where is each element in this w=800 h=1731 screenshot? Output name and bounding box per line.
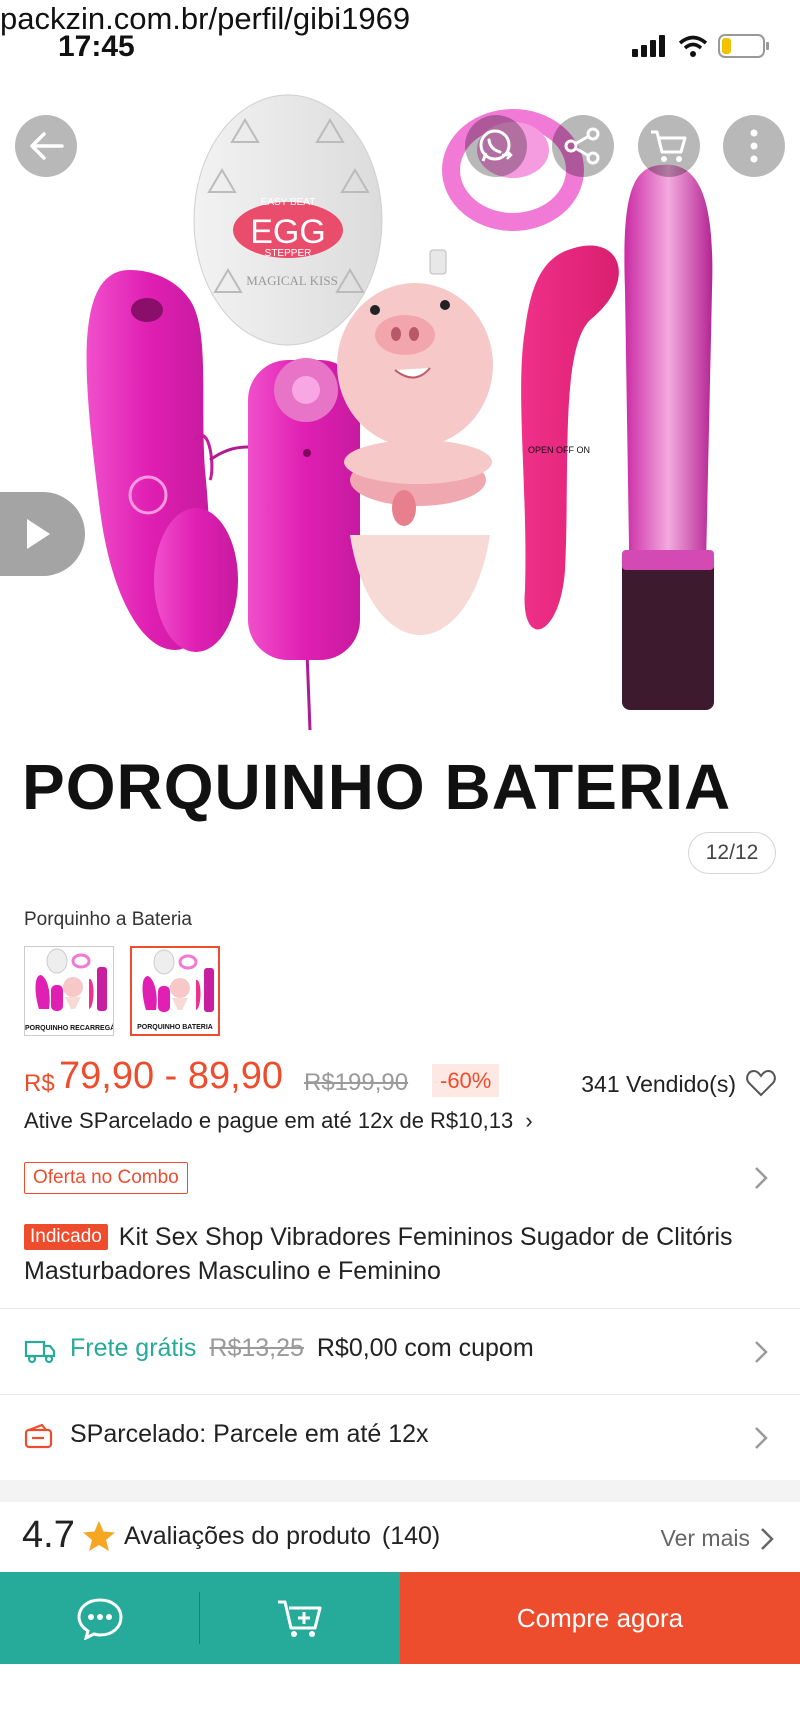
shipping-row[interactable]: Frete grátis R$13,25 R$0,00 com cupom bbox=[0, 1310, 800, 1394]
installments-row[interactable]: SParcelado: Parcele em até 12x bbox=[0, 1396, 800, 1480]
shipping-coupon-text: R$0,00 com cupom bbox=[316, 1334, 534, 1362]
chevron-right-icon bbox=[755, 1167, 768, 1189]
buy-now-button[interactable]: Compre agora bbox=[400, 1572, 800, 1664]
divider bbox=[0, 1394, 800, 1395]
ratings-count: (140) bbox=[381, 1522, 441, 1550]
cart-button[interactable] bbox=[638, 115, 700, 177]
variant-caption: PORQUINHO RECARREGÁVEL bbox=[25, 1025, 114, 1032]
chat-icon bbox=[77, 1598, 123, 1640]
image-counter: 12/12 bbox=[688, 832, 776, 874]
wifi-icon bbox=[678, 35, 708, 57]
status-icons bbox=[632, 34, 770, 58]
chevron-right-icon bbox=[755, 1341, 768, 1363]
truck-icon bbox=[24, 1340, 56, 1364]
price-range: 79,90 - 89,90 bbox=[59, 1055, 283, 1097]
share-icon bbox=[564, 127, 600, 165]
chat-button[interactable] bbox=[0, 1572, 200, 1664]
combo-offer-row[interactable]: Oferta no Combo bbox=[24, 1162, 776, 1194]
shipping-text: Frete grátis R$13,25 R$0,00 com cupom bbox=[70, 1334, 534, 1363]
whatsapp-share-icon bbox=[479, 129, 513, 162]
divider bbox=[0, 1308, 800, 1309]
play-video-button[interactable] bbox=[0, 492, 85, 576]
wallet-icon bbox=[24, 1424, 53, 1449]
switch-label: OPEN OFF ON bbox=[528, 445, 590, 455]
installments-text: SParcelado: Parcele em até 12x bbox=[70, 1420, 429, 1448]
ratings-label: Avaliações do produto bbox=[124, 1522, 371, 1550]
play-icon bbox=[26, 519, 50, 549]
product-title-text: Kit Sex Shop Vibradores Femininos Sugado… bbox=[24, 1223, 733, 1285]
product-ratings-header: 4.7 Avaliações do produto (140) Ver mais bbox=[0, 1510, 800, 1566]
chevron-right-icon bbox=[761, 1528, 774, 1550]
section-separator bbox=[0, 1480, 800, 1502]
variant-thumb-image bbox=[142, 949, 214, 1012]
original-price: R$199,90 bbox=[304, 1069, 409, 1096]
egg-maker-text: MAGICAL KISS bbox=[246, 273, 338, 288]
egg-sub-text: STEPPER bbox=[265, 248, 312, 259]
sold-count: 341 Vendido(s) bbox=[581, 1071, 736, 1097]
more-icon bbox=[750, 129, 758, 163]
bottom-action-bar: Compre agora bbox=[0, 1572, 800, 1664]
price-currency: R$ bbox=[24, 1070, 55, 1097]
installment-promo-text: Ative SParcelado e pague em até 12x de R… bbox=[24, 1108, 514, 1133]
rating-score: 4.7 bbox=[22, 1514, 75, 1556]
product-photo: EGG EASY BEAT STEPPER MAGICAL KISS OPEN … bbox=[86, 94, 714, 730]
back-button[interactable] bbox=[15, 115, 77, 177]
image-caption: PORQUINHO BATERIA bbox=[22, 751, 732, 823]
indicado-badge: Indicado bbox=[24, 1224, 108, 1250]
variant-option-2[interactable]: PORQUINHO BATERIA bbox=[130, 946, 220, 1036]
egg-brand-text: EGG bbox=[250, 213, 326, 251]
variant-label: Porquinho a Bateria bbox=[24, 909, 192, 930]
chevron-right-icon: › bbox=[525, 1108, 533, 1133]
product-title: Indicado Kit Sex Shop Vibradores Feminin… bbox=[24, 1220, 764, 1288]
back-arrow-icon bbox=[30, 132, 64, 160]
star-icon bbox=[83, 1521, 115, 1551]
signal-icon bbox=[632, 35, 665, 57]
discount-badge: -60% bbox=[432, 1064, 500, 1097]
installment-promo-link[interactable]: Ative SParcelado e pague em até 12x de R… bbox=[24, 1108, 533, 1134]
more-button[interactable] bbox=[723, 115, 785, 177]
whatsapp-share-button[interactable] bbox=[465, 115, 527, 177]
variant-caption: PORQUINHO BATERIA bbox=[137, 1024, 213, 1031]
variant-thumbnails: PORQUINHO RECARREGÁVEL PORQUINHO BATERIA bbox=[24, 946, 220, 1036]
add-to-cart-icon bbox=[278, 1600, 322, 1637]
browser-url-text: packzin.com.br/perfil/gibi1969 bbox=[0, 1, 411, 36]
free-shipping-label: Frete grátis bbox=[70, 1334, 197, 1362]
variant-option-1[interactable]: PORQUINHO RECARREGÁVEL bbox=[24, 946, 114, 1036]
favorite-heart-icon[interactable] bbox=[746, 1069, 776, 1097]
egg-top-text: EASY BEAT bbox=[261, 197, 316, 208]
share-button[interactable] bbox=[552, 115, 614, 177]
ratings-title: Avaliações do produto (140) bbox=[124, 1522, 440, 1551]
variant-thumb-image bbox=[35, 948, 107, 1011]
see-more-link[interactable]: Ver mais bbox=[661, 1525, 750, 1552]
battery-icon bbox=[718, 34, 769, 58]
old-shipping-price: R$13,25 bbox=[209, 1334, 304, 1362]
cart-icon bbox=[651, 130, 687, 162]
add-to-cart-button[interactable] bbox=[200, 1572, 400, 1664]
price-row: R$ 79,90 - 89,90 R$199,90 -60% 341 Vendi… bbox=[24, 1055, 776, 1105]
combo-offer-tag: Oferta no Combo bbox=[24, 1162, 188, 1194]
chevron-right-icon bbox=[755, 1427, 768, 1449]
